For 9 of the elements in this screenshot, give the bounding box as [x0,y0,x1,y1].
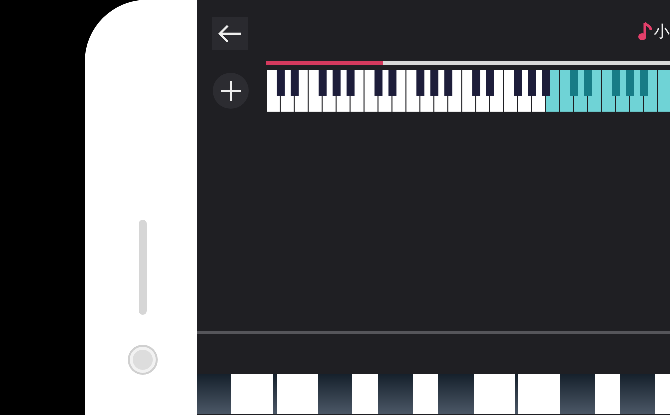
back-arrow-icon [217,24,243,44]
song-title: 小 [654,22,670,42]
plus-icon [220,80,242,102]
add-button[interactable] [213,73,249,109]
keyboard-overview-drawing[interactable] [266,70,670,112]
back-button[interactable] [212,17,248,50]
piano-keyboard-drawing[interactable] [197,374,670,414]
progress-track[interactable] [266,61,670,65]
music-note-icon [638,22,652,42]
